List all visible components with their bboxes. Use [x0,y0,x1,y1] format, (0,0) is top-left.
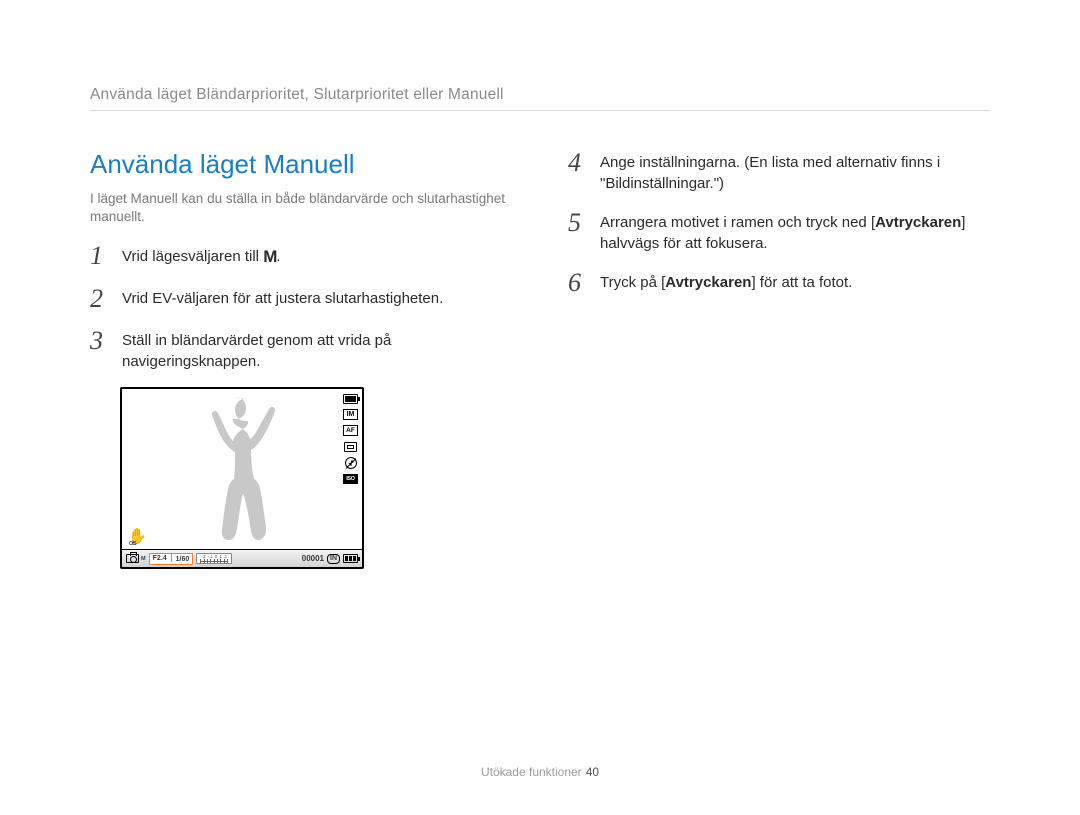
intro-text: I läget Manuell kan du ställa in både bl… [90,190,512,226]
aperture-value: F2.4 [153,555,167,562]
left-column: Använda läget Manuell I läget Manuell ka… [90,149,512,569]
divider [90,110,990,111]
step-number: 1 [90,242,116,269]
storage-in-badge: IN [327,554,340,564]
breadcrumb: Använda läget Bländarprioritet, Slutarpr… [90,86,990,104]
section-title: Använda läget Manuell [90,149,512,180]
step-number: 6 [568,269,594,296]
image-mode-icon: IM [343,409,358,420]
person-silhouette-icon [190,391,280,549]
step-number: 5 [568,209,594,236]
shutter-key-label: Avtryckaren [875,214,961,231]
battery-level-icon [343,554,358,563]
step-1: 1 Vrid lägesväljaren till M. [90,242,512,269]
step-6: 6 Tryck på [Avtryckaren] för att ta foto… [568,269,990,296]
step-number: 2 [90,285,116,312]
mode-m-label: M [141,556,146,562]
manual-page: Använda läget Bländarprioritet, Slutarpr… [0,0,1080,815]
camera-status-bar: M F2.4 1/60 00001 IN [122,549,362,567]
viewfinder: IM AF ISO ✋ OIS [122,389,362,549]
flash-off-icon [345,457,357,469]
shot-counter: 00001 [302,554,324,563]
iso-icon: ISO [343,474,358,484]
camera-mode-indicator: M [126,554,146,563]
step-3: 3 Ställ in bländarvärdet genom att vrida… [90,327,512,372]
step-text: Vrid EV-väljaren för att justera slutarh… [122,285,443,309]
autofocus-icon: AF [343,425,358,436]
metering-icon [344,442,357,452]
step-text: Ange inställningarna. (En lista med alte… [600,149,990,194]
aperture-shutter-group: F2.4 1/60 [149,553,194,565]
ois-label: OIS [129,541,136,547]
steps-left: 1 Vrid lägesväljaren till M. 2 Vrid EV-v… [90,242,512,372]
camera-icon [126,554,139,563]
step-number: 3 [90,327,116,354]
step-text: Arrangera motivet i ramen och tryck ned … [600,209,990,254]
shutter-key-label: Avtryckaren [665,274,751,291]
step-number: 4 [568,149,594,176]
step-text: Tryck på [Avtryckaren] för att ta fotot. [600,269,852,293]
step-text: Vrid lägesväljaren till M. [122,242,281,269]
content-columns: Använda läget Manuell I läget Manuell ka… [90,149,990,569]
step-4: 4 Ange inställningarna. (En lista med al… [568,149,990,194]
right-column: 4 Ange inställningarna. (En lista med al… [568,149,990,569]
mode-dial-m-icon: M [263,245,276,269]
battery-icon [343,394,358,404]
camera-screen: IM AF ISO ✋ OIS M [120,387,364,569]
step-2: 2 Vrid EV-väljaren för att justera sluta… [90,285,512,312]
page-number: 40 [586,765,599,779]
shutter-value: 1/60 [171,554,190,563]
step-5: 5 Arrangera motivet i ramen och tryck ne… [568,209,990,254]
step-text: Ställ in bländarvärdet genom att vrida p… [122,327,512,372]
camera-illustration: IM AF ISO ✋ OIS M [120,387,512,569]
viewfinder-icon-stack: IM AF ISO [343,393,358,484]
page-footer: Utökade funktioner 40 [0,765,1080,779]
ev-ruler [196,553,232,564]
steps-right: 4 Ange inställningarna. (En lista med al… [568,149,990,296]
footer-section-label: Utökade funktioner [481,765,582,779]
